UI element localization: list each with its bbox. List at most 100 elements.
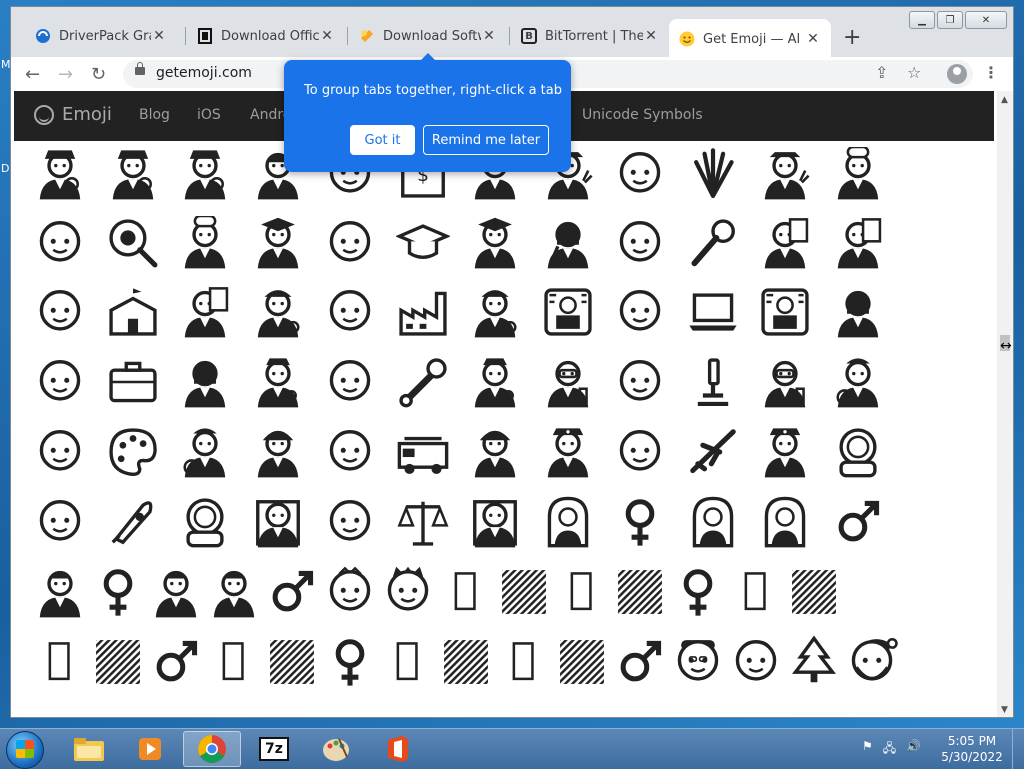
teacher-icon[interactable] [829, 214, 887, 272]
menu-kebab-icon[interactable]: ⋮ [983, 63, 999, 82]
male-sign-icon[interactable] [147, 633, 205, 691]
firefighter-icon[interactable] [466, 423, 524, 481]
explorer-icon[interactable] [60, 731, 118, 767]
close-tab-icon[interactable]: ✕ [319, 28, 335, 44]
male-sign-icon[interactable] [263, 563, 321, 621]
mechanic-icon[interactable] [466, 353, 524, 411]
school-icon[interactable] [104, 283, 162, 341]
maximize-button[interactable]: ❐ [937, 11, 963, 29]
female-sign-icon[interactable] [669, 563, 727, 621]
briefcase-icon[interactable] [104, 353, 162, 411]
princess-icon[interactable] [321, 563, 379, 621]
airplane-icon[interactable] [684, 423, 742, 481]
technologist-icon[interactable] [756, 283, 814, 341]
teacher-icon[interactable] [176, 283, 234, 341]
female-sign-icon[interactable] [611, 493, 669, 551]
face-icon[interactable] [31, 493, 89, 551]
minimize-button[interactable]: ▁ [909, 11, 935, 29]
nav-link-blog[interactable]: Blog [139, 107, 170, 123]
santa-icon[interactable] [843, 633, 901, 691]
close-tab-icon[interactable]: ✕ [805, 31, 821, 47]
pilot-icon[interactable] [756, 423, 814, 481]
mechanic-icon[interactable] [249, 353, 307, 411]
tuxedo-man-icon[interactable] [205, 563, 263, 621]
scroll-down-icon[interactable]: ▼ [1001, 705, 1008, 715]
cook-icon[interactable] [829, 145, 887, 203]
graduation-cap-icon[interactable] [394, 214, 452, 272]
close-tab-icon[interactable]: ✕ [643, 28, 659, 44]
back-icon[interactable]: ← [25, 64, 40, 85]
tab-driverpack[interactable]: DriverPack Graphic ✕ [25, 21, 177, 51]
face-icon[interactable] [31, 283, 89, 341]
missing-glyph-icon[interactable] [553, 563, 611, 621]
bookmark-star-icon[interactable]: ☆ [907, 63, 921, 82]
tab-office[interactable]: Download Office 2 ✕ [187, 21, 345, 51]
office-icon[interactable] [369, 731, 427, 767]
student-icon[interactable] [466, 214, 524, 272]
astronaut-icon[interactable] [829, 423, 887, 481]
chrome-icon[interactable] [183, 731, 241, 767]
start-button[interactable] [6, 731, 44, 769]
judge-icon[interactable] [466, 493, 524, 551]
student-icon[interactable] [249, 214, 307, 272]
scientist-icon[interactable] [756, 353, 814, 411]
action-center-flag-icon[interactable]: ⚑ [862, 739, 873, 760]
face-icon[interactable] [611, 283, 669, 341]
artist-icon[interactable] [829, 353, 887, 411]
tab-getemoji[interactable]: Get Emoji — Al ✕ [669, 19, 831, 59]
close-tab-icon[interactable]: ✕ [481, 28, 497, 44]
face-icon[interactable] [611, 145, 669, 203]
detective-icon[interactable] [31, 145, 89, 203]
laptop-icon[interactable] [684, 283, 742, 341]
microscope-icon[interactable] [684, 353, 742, 411]
hatched-icon[interactable] [611, 563, 669, 621]
technologist-icon[interactable] [539, 283, 597, 341]
male-sign-icon[interactable] [829, 493, 887, 551]
close-tab-icon[interactable]: ✕ [151, 28, 167, 44]
pilot-icon[interactable] [539, 423, 597, 481]
face-icon[interactable] [321, 423, 379, 481]
face-icon[interactable] [611, 214, 669, 272]
url-text[interactable]: getemoji.com [156, 65, 252, 81]
media-player-icon[interactable] [121, 731, 179, 767]
scroll-up-icon[interactable]: ▲ [1001, 95, 1008, 105]
hatched-icon[interactable] [495, 563, 553, 621]
hatched-icon[interactable] [437, 633, 495, 691]
mrs-claus-icon[interactable] [669, 633, 727, 691]
teacher-icon[interactable] [756, 214, 814, 272]
detective-icon[interactable] [176, 145, 234, 203]
scientist-icon[interactable] [539, 353, 597, 411]
judge-icon[interactable] [249, 493, 307, 551]
astronaut-icon[interactable] [176, 493, 234, 551]
new-tab-button[interactable]: + [843, 25, 861, 50]
factory-worker-icon[interactable] [466, 283, 524, 341]
wrench-icon[interactable] [394, 353, 452, 411]
bride-icon[interactable] [539, 493, 597, 551]
site-brand[interactable]: Emoji [34, 104, 112, 125]
tuxedo-man-icon[interactable] [31, 563, 89, 621]
missing-glyph-icon[interactable] [495, 633, 553, 691]
profile-avatar[interactable] [947, 64, 967, 84]
reload-icon[interactable]: ↻ [91, 64, 106, 85]
tuxedo-man-icon[interactable] [147, 563, 205, 621]
office-worker-icon[interactable] [176, 353, 234, 411]
tab-bittorrent[interactable]: B BitTorrent | The W ✕ [511, 21, 669, 51]
prince-icon[interactable] [379, 563, 437, 621]
volume-icon[interactable]: 🔊 [906, 739, 921, 760]
face-icon[interactable] [727, 633, 785, 691]
hatched-icon[interactable] [263, 633, 321, 691]
got-it-button[interactable]: Got it [350, 125, 415, 155]
sheaf-icon[interactable] [684, 145, 742, 203]
rocket-icon[interactable] [104, 493, 162, 551]
face-icon[interactable] [611, 423, 669, 481]
factory-icon[interactable] [394, 283, 452, 341]
pan-icon[interactable] [104, 214, 162, 272]
factory-worker-icon[interactable] [249, 283, 307, 341]
vertical-scrollbar[interactable]: ▲ ▼ [997, 91, 1013, 717]
missing-glyph-icon[interactable] [379, 633, 437, 691]
female-sign-icon[interactable] [321, 633, 379, 691]
share-icon[interactable]: ⇪ [875, 63, 888, 82]
network-icon[interactable]: 🖧 [883, 739, 896, 760]
nav-link-unicode-symbols[interactable]: Unicode Symbols [582, 107, 703, 123]
female-sign-icon[interactable] [89, 563, 147, 621]
